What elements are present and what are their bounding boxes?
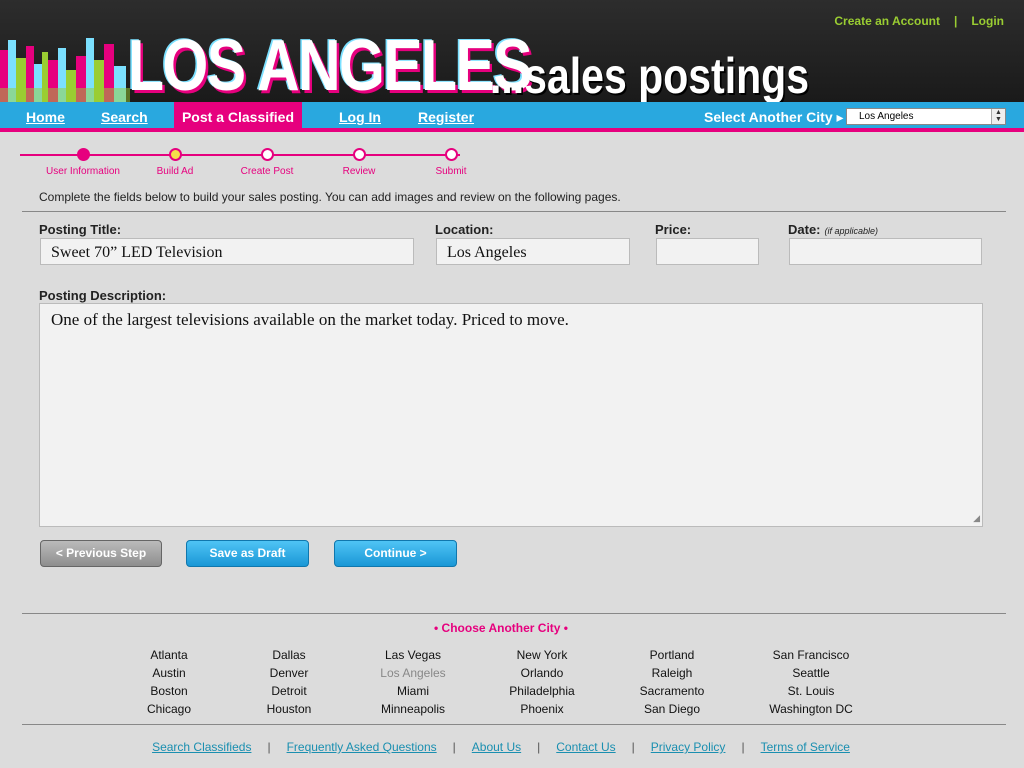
skyline-logo bbox=[0, 38, 130, 102]
footer-separator: | bbox=[741, 740, 745, 754]
divider bbox=[22, 613, 1006, 614]
nav-search[interactable]: Search bbox=[101, 109, 148, 125]
price-label: Price: bbox=[655, 222, 692, 237]
city-column: Atlanta Austin Boston Chicago bbox=[104, 646, 234, 718]
site-header: LOS ANGELES ...sales postings Create an … bbox=[0, 0, 1024, 102]
posting-description-text: One of the largest televisions available… bbox=[51, 310, 569, 329]
city-link[interactable]: Boston bbox=[104, 682, 234, 700]
posting-title-label: Posting Title: bbox=[39, 222, 122, 237]
city-link[interactable]: Orlando bbox=[477, 664, 607, 682]
footer-separator: | bbox=[537, 740, 541, 754]
footer-separator: | bbox=[452, 740, 456, 754]
step-label: User Information bbox=[46, 166, 120, 177]
footer-faq[interactable]: Frequently Asked Questions bbox=[287, 740, 437, 754]
city-select-value: Los Angeles bbox=[859, 111, 914, 122]
login-link[interactable]: Login bbox=[971, 14, 1004, 28]
save-draft-button[interactable]: Save as Draft bbox=[186, 540, 309, 567]
progress-step: Build Ad bbox=[125, 146, 225, 177]
city-link[interactable]: Seattle bbox=[746, 664, 876, 682]
nav-home[interactable]: Home bbox=[26, 109, 65, 125]
footer-links: Search Classifieds | Frequently Asked Ques… bbox=[0, 740, 1002, 754]
date-input[interactable] bbox=[789, 238, 982, 265]
date-label-text: Date: bbox=[788, 222, 821, 237]
step-pending-dot bbox=[260, 148, 274, 161]
step-pending-dot bbox=[444, 148, 458, 161]
city-link[interactable]: Austin bbox=[104, 664, 234, 682]
site-title: LOS ANGELES bbox=[128, 26, 533, 102]
step-complete-dot bbox=[76, 148, 90, 161]
step-pending-dot bbox=[352, 148, 366, 161]
step-label: Build Ad bbox=[156, 166, 194, 177]
city-link[interactable]: Sacramento bbox=[607, 682, 737, 700]
city-link[interactable]: New York bbox=[477, 646, 607, 664]
city-link[interactable]: Dallas bbox=[224, 646, 354, 664]
city-link[interactable]: San Diego bbox=[607, 700, 737, 718]
progress-steps: User Information Build Ad Create Post Re… bbox=[20, 146, 500, 186]
city-column: New York Orlando Philadelphia Phoenix bbox=[477, 646, 607, 718]
account-links: Create an Account | Login bbox=[834, 14, 1004, 28]
previous-step-button[interactable]: < Previous Step bbox=[40, 540, 162, 567]
city-link[interactable]: San Francisco bbox=[746, 646, 876, 664]
footer-separator: | bbox=[267, 740, 271, 754]
nav-login[interactable]: Log In bbox=[339, 109, 381, 125]
step-label: Review bbox=[342, 166, 376, 177]
updown-arrows-icon: ▲ ▼ bbox=[991, 109, 1005, 124]
main-nav: Home Search Post a Classified Log In Reg… bbox=[0, 102, 1024, 132]
divider bbox=[22, 724, 1006, 725]
price-input[interactable] bbox=[656, 238, 759, 265]
nav-post-classified[interactable]: Post a Classified bbox=[174, 102, 302, 132]
posting-title-input[interactable]: Sweet 70” LED Television bbox=[40, 238, 414, 265]
location-label: Location: bbox=[435, 222, 494, 237]
footer-search-classifieds[interactable]: Search Classifieds bbox=[152, 740, 251, 754]
footer-separator: | bbox=[631, 740, 635, 754]
footer-privacy-policy[interactable]: Privacy Policy bbox=[651, 740, 726, 754]
footer-terms-of-service[interactable]: Terms of Service bbox=[761, 740, 850, 754]
city-link[interactable]: St. Louis bbox=[746, 682, 876, 700]
choose-city-heading: • Choose Another City • bbox=[434, 621, 568, 635]
city-column: Dallas Denver Detroit Houston bbox=[224, 646, 354, 718]
footer-contact-us[interactable]: Contact Us bbox=[556, 740, 615, 754]
city-link[interactable]: Chicago bbox=[104, 700, 234, 718]
footer-about-us[interactable]: About Us bbox=[472, 740, 521, 754]
city-link[interactable]: Denver bbox=[224, 664, 354, 682]
date-label: Date: (if applicable) bbox=[788, 222, 878, 237]
city-link[interactable]: Detroit bbox=[224, 682, 354, 700]
site-subtitle: ...sales postings bbox=[490, 48, 809, 102]
city-link[interactable]: Phoenix bbox=[477, 700, 607, 718]
divider bbox=[22, 211, 1006, 212]
city-link[interactable]: Raleigh bbox=[607, 664, 737, 682]
city-column: Las Vegas Los Angeles Miami Minneapolis bbox=[348, 646, 478, 718]
step-label: Submit bbox=[435, 166, 467, 177]
city-link[interactable]: Atlanta bbox=[104, 646, 234, 664]
city-link[interactable]: Washington DC bbox=[746, 700, 876, 718]
city-link[interactable]: Miami bbox=[348, 682, 478, 700]
posting-description-textarea[interactable]: One of the largest televisions available… bbox=[39, 303, 983, 527]
select-city-label: Select Another City ▸ bbox=[704, 109, 844, 125]
continue-button[interactable]: Continue > bbox=[334, 540, 457, 567]
city-link[interactable]: Minneapolis bbox=[348, 700, 478, 718]
city-link[interactable]: Las Vegas bbox=[348, 646, 478, 664]
city-column: San Francisco Seattle St. Louis Washingt… bbox=[746, 646, 876, 718]
progress-step: User Information bbox=[33, 146, 133, 177]
create-account-link[interactable]: Create an Account bbox=[834, 14, 940, 28]
step-label: Create Post bbox=[240, 166, 294, 177]
progress-step: Submit bbox=[401, 146, 501, 177]
form-instructions: Complete the fields below to build your … bbox=[39, 190, 621, 204]
city-column: Portland Raleigh Sacramento San Diego bbox=[607, 646, 737, 718]
link-separator: | bbox=[953, 14, 958, 28]
progress-step: Create Post bbox=[217, 146, 317, 177]
date-note: (if applicable) bbox=[824, 226, 879, 236]
posting-description-label: Posting Description: bbox=[39, 288, 167, 303]
city-select-dropdown[interactable]: Los Angeles ▲ ▼ bbox=[846, 108, 1006, 125]
city-link[interactable]: Portland bbox=[607, 646, 737, 664]
step-current-dot bbox=[168, 148, 182, 161]
nav-register[interactable]: Register bbox=[418, 109, 474, 125]
city-link[interactable]: Philadelphia bbox=[477, 682, 607, 700]
resize-handle-icon[interactable]: ◢ bbox=[973, 513, 980, 524]
location-input[interactable]: Los Angeles bbox=[436, 238, 630, 265]
city-link[interactable]: Houston bbox=[224, 700, 354, 718]
city-link-current: Los Angeles bbox=[380, 666, 446, 680]
progress-step: Review bbox=[309, 146, 409, 177]
